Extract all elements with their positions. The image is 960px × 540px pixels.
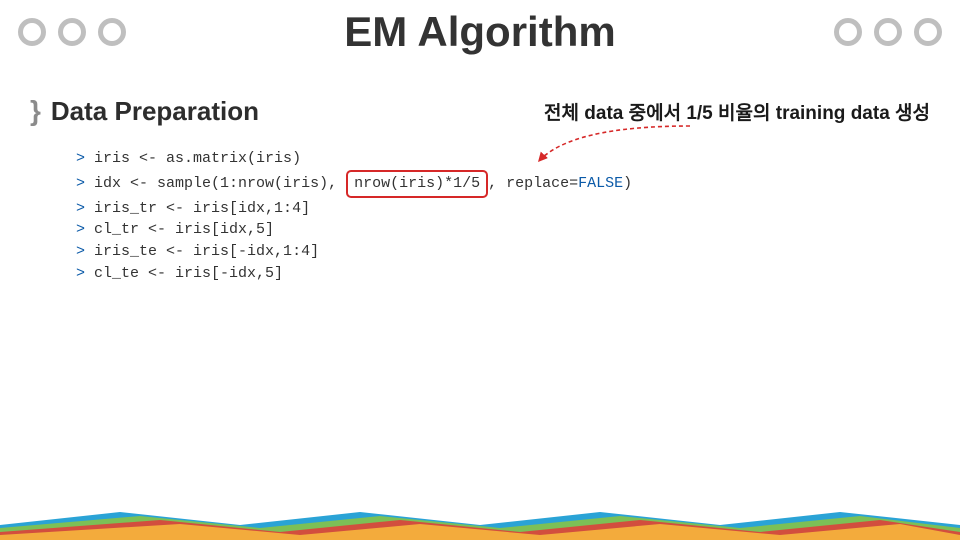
- slide: EM Algorithm } Data Preparation 전체 data …: [0, 0, 960, 540]
- code-block: > iris <- as.matrix(iris) > idx <- sampl…: [76, 148, 632, 285]
- code-line: > cl_tr <- iris[idx,5]: [76, 219, 632, 241]
- footer-decoration: [0, 490, 960, 540]
- section-heading: Data Preparation: [51, 96, 259, 127]
- section-left: } Data Preparation: [30, 95, 259, 127]
- code-line: > iris <- as.matrix(iris): [76, 148, 632, 170]
- bullet-brace-icon: }: [30, 95, 41, 127]
- code-line: > iris_tr <- iris[idx,1:4]: [76, 198, 632, 220]
- annotation-text: 전체 data 중에서 1/5 비율의 training data 생성: [544, 98, 930, 125]
- highlighted-code: nrow(iris)*1/5: [346, 170, 488, 198]
- code-line: > cl_te <- iris[-idx,5]: [76, 263, 632, 285]
- section-row: } Data Preparation 전체 data 중에서 1/5 비율의 t…: [30, 95, 930, 127]
- code-line: > iris_te <- iris[-idx,1:4]: [76, 241, 632, 263]
- code-line: > idx <- sample(1:nrow(iris), nrow(iris)…: [76, 170, 632, 198]
- page-title: EM Algorithm: [0, 8, 960, 56]
